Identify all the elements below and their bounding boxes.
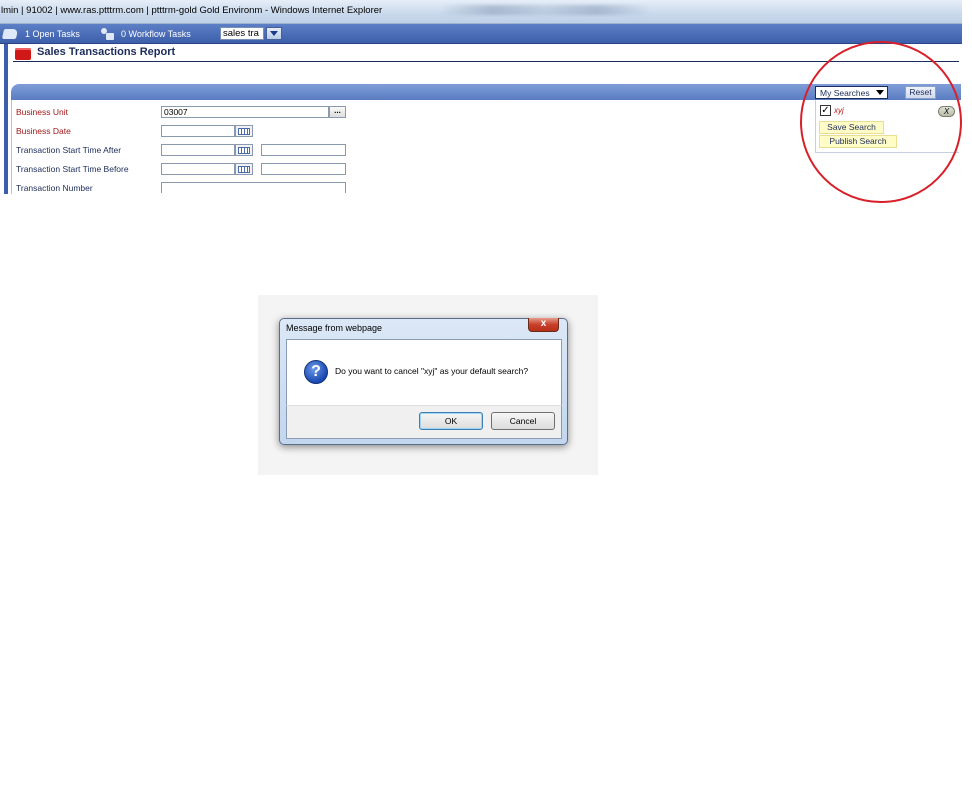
my-searches-dropdown[interactable]: My Searches xyxy=(815,86,888,99)
page-title: Sales Transactions Report xyxy=(37,46,176,58)
ok-button[interactable]: OK xyxy=(419,412,483,430)
dialog-message: Do you want to cancel "xyj" as your defa… xyxy=(335,366,529,376)
browser-title-bar: lmin | 91002 | www.ras.ptttrm.com | pttt… xyxy=(0,0,962,24)
start-time-before-calendar-button[interactable] xyxy=(235,163,253,175)
start-time-before-date-input[interactable] xyxy=(161,163,235,175)
saved-search-name[interactable]: xyj xyxy=(834,106,844,115)
calendar-icon xyxy=(238,146,250,154)
business-unit-label: Business Unit xyxy=(16,107,68,117)
caret-down-icon xyxy=(875,90,884,95)
start-time-after-calendar-button[interactable] xyxy=(235,144,253,156)
business-date-calendar-button[interactable] xyxy=(235,125,253,137)
tasks-icon xyxy=(2,27,20,41)
check-icon: ✓ xyxy=(821,105,830,116)
calendar-icon xyxy=(238,165,250,173)
cancel-button[interactable]: Cancel xyxy=(491,412,555,430)
left-edge-strip xyxy=(4,44,8,194)
my-searches-label: My Searches xyxy=(820,87,870,98)
business-unit-input[interactable]: 03007 xyxy=(161,106,329,118)
start-time-after-time-input[interactable] xyxy=(261,144,346,156)
title-divider xyxy=(13,61,959,62)
publish-search-button[interactable]: Publish Search xyxy=(819,135,897,148)
workflow-icon xyxy=(98,27,116,41)
start-time-after-label: Transaction Start Time After xyxy=(16,145,122,155)
workflow-tasks-link[interactable]: 0 Workflow Tasks xyxy=(98,26,191,41)
business-date-input[interactable] xyxy=(161,125,235,137)
transaction-number-label: Transaction Number xyxy=(16,183,93,193)
default-search-checkbox[interactable]: ✓ xyxy=(820,105,831,116)
app-toolbar: 1 Open Tasks 0 Workflow Tasks sales tra xyxy=(0,24,962,44)
business-date-label: Business Date xyxy=(16,126,71,136)
delete-saved-search-button[interactable]: X xyxy=(938,106,955,117)
transaction-number-input[interactable] xyxy=(161,182,346,193)
question-icon: ? xyxy=(304,360,328,384)
start-time-before-time-input[interactable] xyxy=(261,163,346,175)
open-tasks-link[interactable]: 1 Open Tasks xyxy=(2,26,80,41)
calendar-icon xyxy=(238,127,250,135)
start-time-before-label: Transaction Start Time Before xyxy=(16,164,129,174)
menu-search-dropdown-button[interactable] xyxy=(266,27,282,40)
report-icon xyxy=(15,48,31,60)
search-criteria-form xyxy=(11,100,812,194)
blurred-taskbar-item xyxy=(440,5,650,15)
reset-button[interactable]: Reset xyxy=(905,86,936,99)
browser-title: lmin | 91002 | www.ras.ptttrm.com | pttt… xyxy=(1,5,383,16)
business-unit-lookup-button[interactable]: ... xyxy=(329,106,346,118)
chevron-down-icon xyxy=(270,31,278,36)
save-search-button[interactable]: Save Search xyxy=(819,121,884,134)
open-tasks-label: 1 Open Tasks xyxy=(25,28,80,39)
menu-search-input[interactable]: sales tra xyxy=(220,27,264,40)
start-time-after-date-input[interactable] xyxy=(161,144,235,156)
dialog-title: Message from webpage xyxy=(286,323,383,333)
workflow-tasks-label: 0 Workflow Tasks xyxy=(121,28,191,39)
dialog-close-button[interactable]: x xyxy=(528,318,559,332)
